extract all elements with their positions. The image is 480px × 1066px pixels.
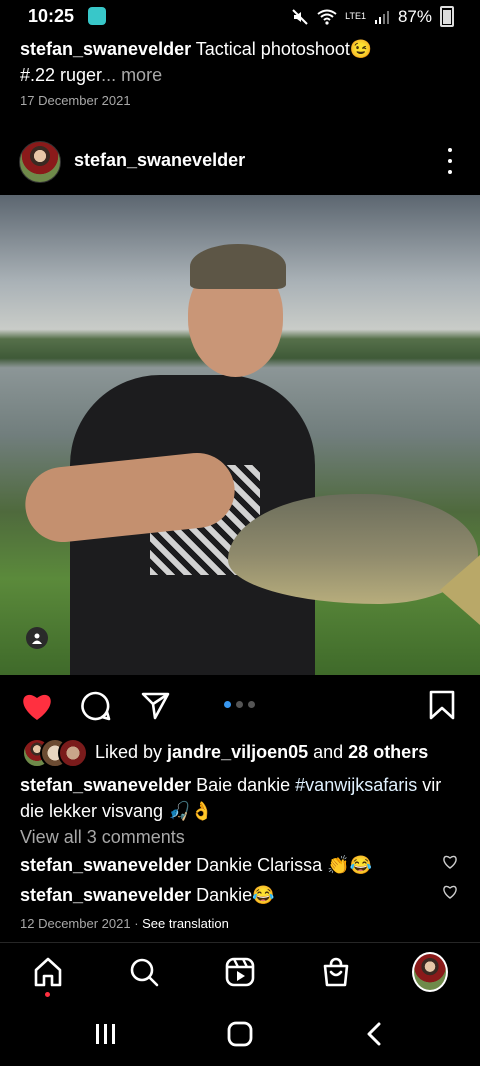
see-translation-link[interactable]: See translation — [142, 916, 229, 931]
home-button-icon[interactable] — [227, 1021, 253, 1047]
comment-row: stefan_swanevelder Dankie Clarissa 👏😂 — [20, 855, 440, 876]
recent-apps-icon[interactable] — [94, 1022, 118, 1046]
more-options-icon[interactable] — [442, 148, 458, 174]
system-navigation-bar — [0, 1010, 480, 1066]
reels-icon[interactable] — [222, 952, 258, 992]
like-heart-icon[interactable] — [20, 690, 54, 722]
network-label: LTE1 — [345, 11, 366, 21]
tagged-users-icon[interactable] — [26, 627, 48, 649]
liked-by-and: and — [308, 742, 349, 762]
comment-text: Dankie😂 — [191, 885, 275, 905]
carousel-dot-active — [224, 701, 231, 708]
liked-by-others[interactable]: 28 others — [348, 742, 428, 762]
post-author-username[interactable]: stefan_swanevelder — [74, 150, 245, 171]
home-notification-dot — [45, 992, 50, 997]
wifi-icon — [317, 9, 337, 25]
caption-hashtag[interactable]: #vanwijksafaris — [295, 775, 417, 795]
post-caption: stefan_swanevelder Baie dankie #vanwijks… — [20, 772, 470, 824]
status-indicators: LTE1 87% — [291, 6, 454, 27]
profile-tab[interactable] — [412, 952, 448, 992]
caption-username[interactable]: stefan_swanevelder — [20, 39, 191, 59]
previous-post-date: 17 December 2021 — [20, 93, 131, 108]
carousel-dot — [236, 701, 243, 708]
liked-by-text[interactable]: Liked by jandre_viljoen05 and 28 others — [95, 742, 428, 763]
back-icon[interactable] — [364, 1022, 384, 1046]
comment-username[interactable]: stefan_swanevelder — [20, 855, 191, 875]
caption-hashtag[interactable]: #.22 ruger — [20, 65, 101, 85]
photo-person-cap — [190, 244, 286, 289]
liker-avatar — [58, 738, 88, 768]
notification-app-icon — [88, 7, 106, 25]
view-all-comments-link[interactable]: View all 3 comments — [20, 827, 185, 848]
previous-post-caption[interactable]: stefan_swanevelder Tactical photoshoot😉 … — [20, 36, 460, 88]
status-time: 10:25 — [28, 6, 75, 26]
caption-username[interactable]: stefan_swanevelder — [20, 775, 191, 795]
caption-text: Baie dankie — [191, 775, 296, 795]
bottom-navigation — [0, 952, 480, 1002]
carousel-dot — [248, 701, 255, 708]
caption-text: Tactical photoshoot😉 — [195, 39, 373, 59]
shop-icon[interactable] — [318, 952, 354, 992]
post-date-line: 12 December 2021 · See translation — [20, 916, 229, 931]
carousel-indicator — [224, 701, 255, 708]
comment-text: Dankie Clarissa 👏😂 — [191, 855, 372, 875]
status-bar: 10:25 LTE1 87% — [0, 0, 480, 32]
battery-icon — [440, 6, 454, 27]
battery-percent: 87% — [397, 6, 432, 26]
mute-icon — [292, 8, 308, 25]
comment-like-heart-icon[interactable] — [442, 884, 458, 900]
share-icon[interactable] — [140, 690, 170, 720]
comment-row: stefan_swanevelder Dankie😂 — [20, 885, 440, 906]
signal-icon — [374, 10, 389, 24]
comment-like-heart-icon[interactable] — [442, 854, 458, 870]
post-date: 12 December 2021 — [20, 916, 131, 931]
liked-by-user[interactable]: jandre_viljoen05 — [167, 742, 308, 762]
comment-username[interactable]: stefan_swanevelder — [20, 885, 191, 905]
profile-avatar[interactable] — [412, 952, 448, 992]
search-icon[interactable] — [126, 952, 162, 992]
post-author-avatar[interactable] — [19, 141, 61, 183]
liked-by-prefix: Liked by — [95, 742, 168, 762]
comment-icon[interactable] — [80, 690, 112, 722]
home-icon[interactable] — [30, 952, 66, 992]
more-link[interactable]: ... more — [101, 65, 162, 85]
nav-divider — [0, 942, 480, 943]
liked-by-avatars[interactable] — [22, 738, 88, 768]
date-separator: · — [130, 916, 143, 931]
save-bookmark-icon[interactable] — [428, 690, 456, 720]
